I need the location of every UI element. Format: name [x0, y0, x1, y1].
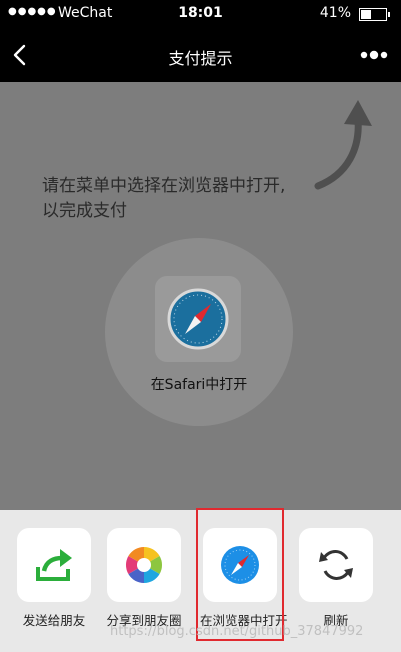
navigation-bar: 支付提示	[0, 28, 401, 82]
guide-text: 请在菜单中选择在浏览器中打开, 以完成支付	[42, 174, 285, 224]
refresh-icon	[319, 550, 353, 580]
more-dots-icon[interactable]	[359, 46, 389, 64]
guide-overlay: 请在菜单中选择在浏览器中打开, 以完成支付 在Safari中打开	[0, 82, 401, 510]
guide-text-line2: 以完成支付	[42, 201, 127, 221]
refresh-tile[interactable]	[299, 528, 373, 602]
share-to-moments-tile[interactable]	[107, 528, 181, 602]
battery-percent: 41%	[319, 5, 351, 21]
curved-arrow-icon	[314, 100, 372, 190]
page-title: 支付提示	[168, 49, 233, 68]
safari-compass-icon	[167, 288, 229, 350]
safari-hint-tile	[155, 276, 241, 362]
action-label: 发送给朋友	[22, 613, 86, 628]
moments-aperture-icon	[125, 547, 163, 583]
guide-text-line1: 请在菜单中选择在浏览器中打开,	[42, 176, 286, 196]
status-bar: ●●●●● WeChat 18:01 41%	[0, 0, 401, 28]
share-arrow-icon	[36, 549, 72, 581]
safari-hint-circle: 在Safari中打开	[105, 238, 293, 426]
safari-hint-label: 在Safari中打开	[150, 377, 248, 393]
battery-icon	[359, 8, 390, 21]
refresh-action[interactable]: 刷新	[296, 528, 376, 629]
send-to-friend-tile[interactable]	[17, 528, 91, 602]
send-to-friend-action[interactable]: 发送给朋友	[14, 528, 94, 629]
watermark: https://blog.csdn.net/github_37847992	[110, 624, 364, 639]
share-to-moments-action[interactable]: 分享到朋友圈	[104, 528, 184, 629]
battery-fill	[361, 10, 371, 19]
highlight-box	[196, 508, 284, 641]
